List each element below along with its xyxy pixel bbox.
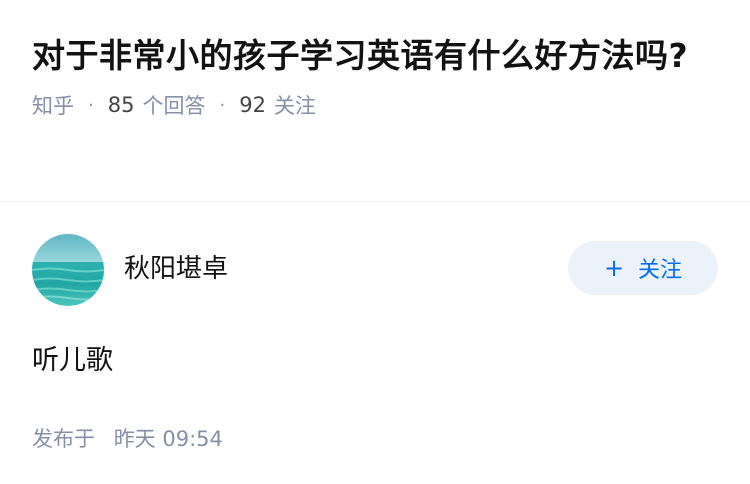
author-name[interactable]: 秋阳堪卓 — [124, 248, 568, 285]
publish-time: 昨天 09:54 — [113, 427, 223, 451]
publish-info: 发布于 昨天 09:54 — [32, 423, 718, 453]
follow-button[interactable]: + 关注 — [568, 241, 718, 295]
follow-count-label: 关注 — [273, 94, 316, 118]
separator-dot: · — [219, 94, 226, 116]
avatar-ocean-image — [32, 234, 104, 306]
follow-button-label: 关注 — [638, 258, 683, 283]
question-header: 对于非常小的孩子学习英语有什么好方法吗? 知乎 · 85 个回答 · 92 关注 — [0, 0, 750, 120]
follow-count: 92 — [239, 93, 266, 117]
author-row: 秋阳堪卓 + 关注 — [32, 233, 718, 307]
publish-label: 发布于 — [32, 427, 95, 451]
divider — [0, 201, 750, 202]
answer-content[interactable]: 听儿歌 — [32, 341, 718, 381]
question-meta: 知乎 · 85 个回答 · 92 关注 — [32, 90, 718, 120]
answer-count-label: 个回答 — [142, 94, 206, 118]
source-label[interactable]: 知乎 — [32, 90, 74, 120]
plus-icon: + — [603, 254, 625, 282]
avatar[interactable] — [32, 234, 104, 306]
separator-dot: · — [88, 94, 94, 116]
answer-card: 秋阳堪卓 + 关注 听儿歌 发布于 昨天 09:54 — [32, 233, 718, 453]
question-title[interactable]: 对于非常小的孩子学习英语有什么好方法吗? — [32, 30, 712, 82]
answer-count: 85 — [107, 93, 135, 117]
question-page: 对于非常小的孩子学习英语有什么好方法吗? 知乎 · 85 个回答 · 92 关注 — [0, 0, 750, 484]
